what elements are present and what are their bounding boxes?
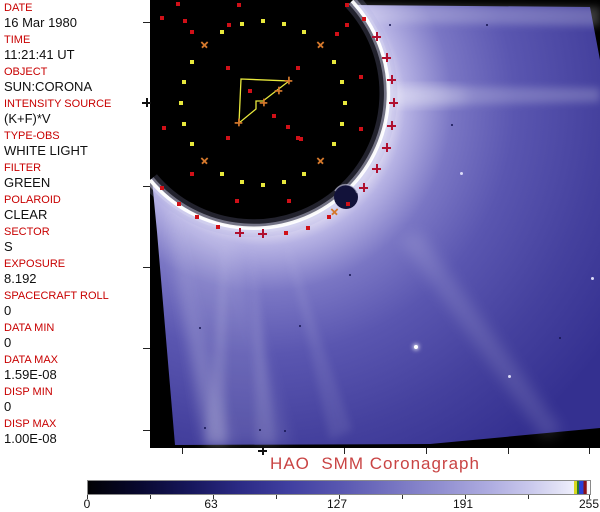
coronagraph-image-panel — [150, 0, 600, 448]
metadata-field: DATA MAX 1.59E-08 — [4, 354, 148, 386]
colorbar-tick-label: 127 — [327, 497, 348, 511]
metadata-field: SECTOR S — [4, 226, 148, 258]
field-value: 0 — [4, 399, 12, 414]
field-label: SPACECRAFT ROLL — [4, 290, 109, 302]
field-label: POLAROID — [4, 194, 61, 206]
metadata-field: DISP MAX 1.00E-08 — [4, 418, 148, 450]
field-label: TYPE-OBS — [4, 130, 60, 142]
field-value: 0 — [4, 335, 12, 350]
axis-tick — [143, 348, 150, 349]
field-value: 11:21:41 UT — [4, 47, 75, 62]
field-label: DATA MIN — [4, 322, 55, 334]
colorbar-tick-label: 63 — [204, 497, 218, 511]
metadata-field: DATE 16 Mar 1980 — [4, 2, 148, 34]
field-value: (K+F)*V — [4, 111, 51, 126]
colorbar-tick — [149, 495, 151, 499]
metadata-field: OBJECT SUN:CORONA — [4, 66, 148, 98]
field-label: DISP MIN — [4, 386, 53, 398]
field-value: 8.192 — [4, 271, 37, 286]
occulter-pylon-blob — [334, 183, 358, 209]
colorbar-tick — [275, 495, 277, 499]
field-label: SECTOR — [4, 226, 50, 238]
field-value: 0 — [4, 303, 12, 318]
field-value: CLEAR — [4, 207, 48, 222]
metadata-field: FILTER GREEN — [4, 162, 148, 194]
field-label: OBJECT — [4, 66, 48, 78]
metadata-field: POLAROID CLEAR — [4, 194, 148, 226]
coronagraph-viewer-window: DATE 16 Mar 1980 TIME 11:21:41 UT OBJECT SUN:… — [0, 0, 600, 512]
field-label: TIME — [4, 34, 31, 46]
field-label: DISP MAX — [4, 418, 57, 430]
intensity-colorbar — [87, 480, 591, 495]
colorbar-tick-label: 0 — [83, 497, 91, 511]
field-label: DATA MAX — [4, 354, 58, 366]
field-value: GREEN — [4, 175, 51, 190]
axis-tick — [143, 186, 150, 187]
field-value: S — [4, 239, 13, 254]
colorbar-tick — [401, 495, 403, 499]
colorbar-tick-label: 191 — [452, 497, 474, 511]
colorbar-tick — [527, 495, 529, 499]
axis-plus-tick — [142, 98, 151, 107]
field-value: 16 Mar 1980 — [4, 15, 77, 30]
metadata-field: EXPOSURE 8.192 — [4, 258, 148, 290]
field-value: 1.00E-08 — [4, 431, 57, 446]
field-value: WHITE LIGHT — [4, 143, 88, 158]
field-value: SUN:CORONA — [4, 79, 93, 94]
coronagraph-image — [150, 0, 600, 445]
field-label: EXPOSURE — [4, 258, 66, 270]
field-value: 1.59E-08 — [4, 367, 57, 382]
image-title: HAO SMM Coronagraph — [270, 454, 480, 473]
metadata-sidebar: DATE 16 Mar 1980 TIME 11:21:41 UT OBJECT SUN:… — [4, 2, 148, 450]
metadata-field: SPACECRAFT ROLL 0 — [4, 290, 148, 322]
axis-tick — [143, 22, 150, 23]
axis-tick — [143, 430, 150, 431]
metadata-field: TIME 11:21:41 UT — [4, 34, 148, 66]
field-label: FILTER — [4, 162, 42, 174]
field-label: DATE — [4, 2, 33, 14]
axis-tick — [143, 267, 150, 268]
metadata-field: INTENSITY SOURCE (K+F)*V — [4, 98, 148, 130]
colorbar-tick-label: 255 — [578, 497, 600, 511]
metadata-field: DATA MIN 0 — [4, 322, 148, 354]
field-label: INTENSITY SOURCE — [4, 98, 112, 110]
metadata-field: DISP MIN 0 — [4, 386, 148, 418]
metadata-field: TYPE-OBS WHITE LIGHT — [4, 130, 148, 162]
